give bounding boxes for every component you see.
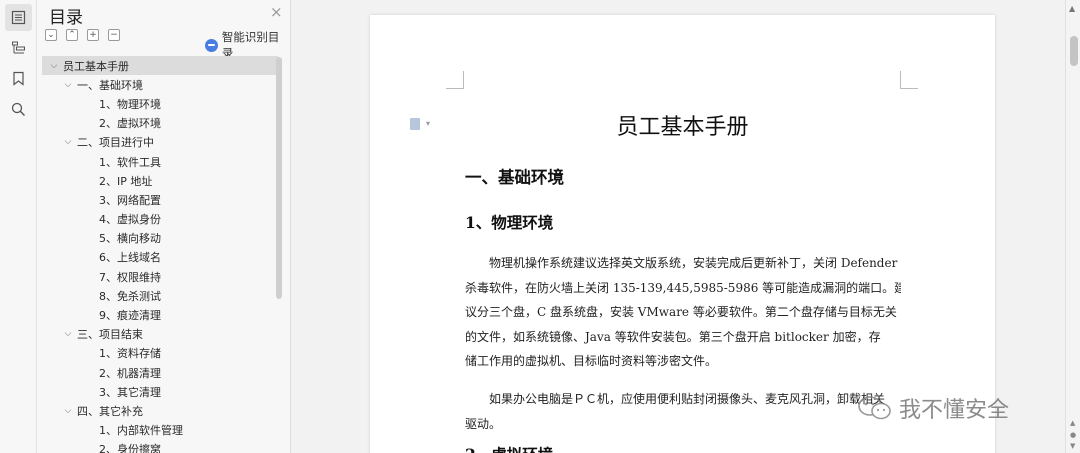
toc-item[interactable]: 1、资料存储 (42, 344, 278, 363)
toc-item[interactable]: 3、其它清理 (42, 382, 278, 401)
toc-item[interactable]: 6、上线域名 (42, 248, 278, 267)
toc-list: ⌵ 员工基本手册 ⌵ 一、基础环境 1、物理环境 2、虚拟环境 ⌵ 二、项目进行中 1、软件工具… (42, 56, 278, 453)
chevron-down-icon[interactable]: ⌵ (62, 137, 74, 147)
toc-item-label: 1、资料存储 (99, 347, 161, 361)
toc-item[interactable]: 2、IP 地址 (42, 171, 278, 190)
paragraph-line: 的文件，如系统镜像、Java 等软件安装包。第三个盘开启 bitlocker 加… (465, 329, 881, 344)
add-heading-button[interactable]: + (87, 29, 99, 41)
toc-item-label: 2、虚拟环境 (99, 117, 161, 131)
toc-item-label: 4、虚拟身份 (99, 213, 161, 227)
scroll-up-icon[interactable]: ▲ (1069, 4, 1075, 13)
close-icon[interactable]: × (270, 5, 283, 20)
paragraph-line: 储工作用的虚拟机、目标临时资料等涉密文件。 (465, 354, 718, 368)
toc-item[interactable]: 3、网络配置 (42, 190, 278, 209)
toc-item-label: 1、软件工具 (99, 155, 161, 169)
toc-item-label: 6、上线域名 (99, 251, 161, 265)
heading-2: 1、物理环境 (465, 213, 554, 232)
toc-item[interactable]: 1、内部软件管理 (42, 421, 278, 440)
expand-level-button[interactable]: ⌃ (66, 29, 78, 41)
toc-scrollbar[interactable] (276, 57, 282, 299)
toc-panel: 目录 × ⌄ ⌃ + − 智能识别目录 ⌵ 员工基本手册 ⌵ 一、基础环境 1、物理环境… (37, 0, 291, 453)
page-down-icon[interactable]: ▼ (1070, 443, 1075, 450)
margin-corner-mark (900, 71, 918, 89)
toc-item-label: 9、痕迹清理 (99, 309, 161, 323)
outline-icon[interactable] (5, 34, 32, 61)
toc-item-label: 二、项目进行中 (77, 136, 154, 150)
toc-item-label: 3、其它清理 (99, 385, 161, 399)
document-area: ▾ 员工基本手册 一、基础环境 1、物理环境 物理机操作系统建议选择英文版系统，… (292, 0, 1065, 453)
chevron-down-icon[interactable]: ⌵ (62, 329, 74, 339)
toc-item[interactable]: 1、物理环境 (42, 94, 278, 113)
toc-item-label: 员工基本手册 (63, 59, 129, 73)
toc-item[interactable]: 8、免杀测试 (42, 286, 278, 305)
heading-1: 一、基础环境 (465, 168, 564, 187)
heading-3: 2、虚拟环境 (465, 443, 553, 453)
toc-item-label: 5、横向移动 (99, 232, 161, 246)
toc-item-label: 2、机器清理 (99, 366, 161, 380)
paragraph: 如果办公电脑是ＰＣ机，应使用便利贴封闭摄像头、麦克风孔洞，卸载相关 驱动。 (465, 387, 901, 436)
toc-item-label: 1、物理环境 (99, 97, 161, 111)
search-icon[interactable] (5, 96, 32, 123)
toc-item[interactable]: ⌵ 二、项目进行中 (42, 133, 278, 152)
wechat-logo-icon (858, 396, 891, 420)
remove-heading-button[interactable]: − (108, 29, 120, 41)
toc-item-label: 8、免杀测试 (99, 289, 161, 303)
toc-item[interactable]: 5、横向移动 (42, 229, 278, 248)
margin-corner-mark (446, 71, 464, 89)
toc-item[interactable]: 2、机器清理 (42, 363, 278, 382)
toc-item-label: 四、其它补充 (77, 404, 143, 418)
document-title: 员工基本手册 (616, 115, 749, 140)
toc-title: 目录 (49, 8, 83, 28)
toc-item[interactable]: ⌵ 三、项目结束 (42, 325, 278, 344)
paragraph-line: 如果办公电脑是ＰＣ机，应使用便利贴封闭摄像头、麦克风孔洞，卸载相关 (489, 392, 886, 406)
paragraph-line: 议分三个盘，C 盘系统盘，安装 VMware 等必要软件。第二个盘存储与目标无关 (465, 305, 897, 319)
toc-item[interactable]: 9、痕迹清理 (42, 305, 278, 324)
chevron-down-icon[interactable]: ⌵ (62, 80, 74, 90)
toc-item[interactable]: 2、身份擦窝 (42, 440, 278, 453)
toc-item-label: 三、项目结束 (77, 328, 143, 342)
page-dot-icon[interactable]: ● (1070, 432, 1076, 439)
chevron-down-icon[interactable]: ⌵ (62, 406, 74, 416)
toc-icon[interactable] (5, 4, 32, 31)
toc-item[interactable]: ⌵ 员工基本手册 (42, 56, 278, 76)
toc-item[interactable]: ⌵ 一、基础环境 (42, 75, 278, 94)
chevron-down-icon[interactable]: ⌵ (48, 61, 60, 71)
toc-item[interactable]: 4、虚拟身份 (42, 210, 278, 229)
smart-toc-icon (205, 38, 218, 52)
left-rail (0, 0, 37, 453)
toc-item-label: 3、网络配置 (99, 193, 161, 207)
paragraph: 物理机操作系统建议选择英文版系统，安装完成后更新补丁，关闭 Defender 杀… (465, 251, 901, 374)
toc-item-label: 1、内部软件管理 (99, 424, 183, 438)
toc-item-label: 一、基础环境 (77, 78, 143, 92)
document-page: ▾ 员工基本手册 一、基础环境 1、物理环境 物理机操作系统建议选择英文版系统，… (370, 15, 995, 453)
page-up-icon[interactable]: ▲ (1070, 420, 1075, 427)
document-scrollbar[interactable]: ▲ ▲ ● ▼ (1065, 0, 1080, 453)
paragraph-line: 杀毒软件，在防火墙上关闭 135-139,445,5985-5986 等可能造成… (465, 280, 901, 295)
scrollbar-thumb[interactable] (1070, 36, 1078, 66)
toc-item-label: 7、权限维持 (99, 270, 161, 284)
collapse-all-button[interactable]: ⌄ (45, 29, 57, 41)
toc-item[interactable]: 2、虚拟环境 (42, 114, 278, 133)
watermark: 我不懂安全 (857, 392, 1009, 424)
watermark-text: 我不懂安全 (899, 398, 1010, 423)
toc-item[interactable]: ⌵ 四、其它补充 (42, 401, 278, 420)
bookmark-icon[interactable] (5, 65, 32, 92)
paragraph-line: 物理机操作系统建议选择英文版系统，安装完成后更新补丁，关闭 Defender (489, 256, 898, 270)
toc-item[interactable]: 7、权限维持 (42, 267, 278, 286)
toc-item-label: 2、身份擦窝 (99, 443, 161, 453)
paragraph-line: 驱动。 (465, 416, 502, 431)
toc-item[interactable]: 1、软件工具 (42, 152, 278, 171)
toc-item-label: 2、IP 地址 (99, 174, 153, 188)
